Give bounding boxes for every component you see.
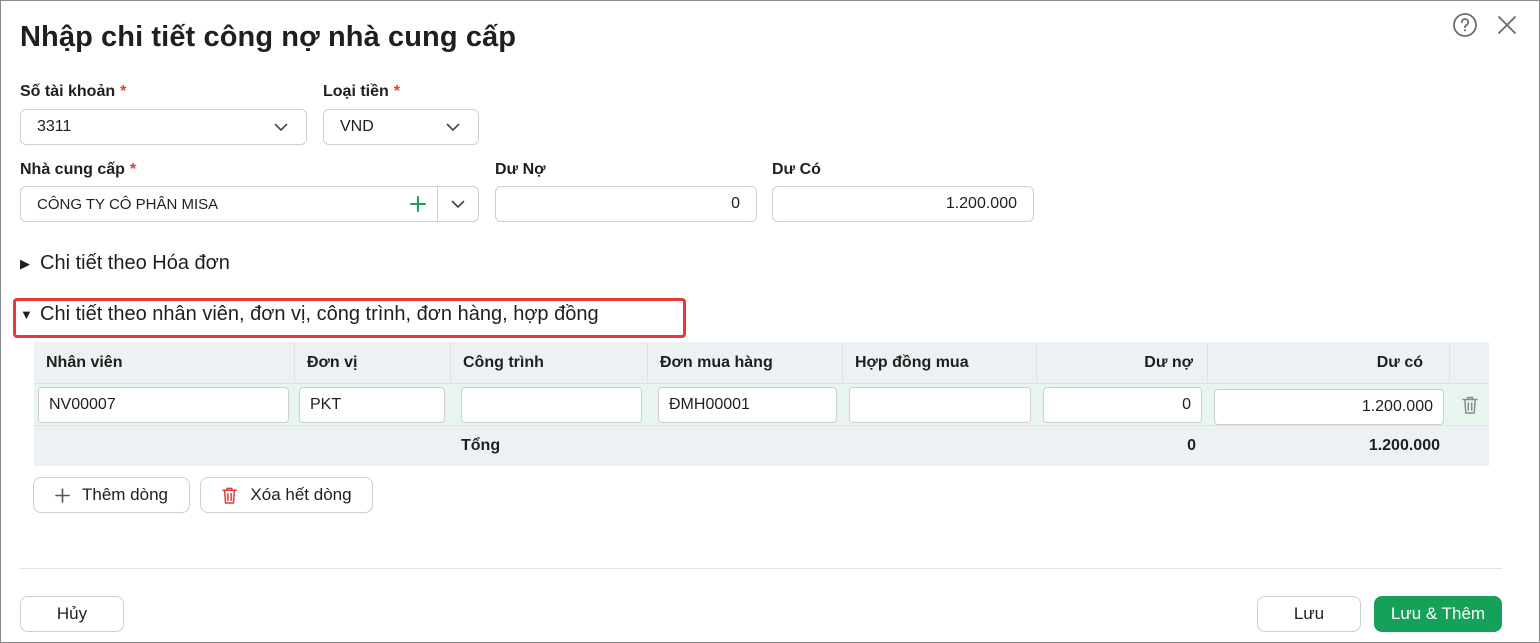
required-mark: * (120, 83, 127, 100)
cell-wrap: 0 (1037, 386, 1208, 423)
purchase-order-cell[interactable]: ĐMH00001 (658, 386, 837, 423)
col-project[interactable]: Công trình (451, 342, 648, 383)
account-label: Số tài khoản * (20, 83, 126, 101)
supplier-value: CÔNG TY CÔ PHÂN MISA (37, 195, 219, 213)
triangle-right-icon: ▶ (20, 255, 30, 271)
invoice-detail-section[interactable]: ▶ Chi tiết theo Hóa đơn (20, 252, 230, 275)
currency-select[interactable]: VND (323, 109, 479, 145)
save-and-add-button[interactable]: Lưu & Thêm (1374, 596, 1502, 632)
total-debit: 0 (1187, 437, 1196, 454)
close-icon[interactable] (1493, 11, 1521, 39)
cell-wrap (843, 386, 1037, 423)
total-label: Tổng (461, 437, 501, 454)
chevron-down-icon (272, 118, 290, 136)
currency-label-text: Loại tiền (323, 83, 389, 100)
plus-icon (55, 487, 70, 503)
required-mark: * (393, 83, 401, 100)
delete-row-icon[interactable] (1450, 395, 1489, 415)
debit-value: 0 (731, 195, 740, 212)
add-supplier-icon[interactable] (399, 196, 437, 212)
credit-label: Dư Có (772, 161, 821, 178)
debit-cell[interactable]: 0 (1043, 386, 1202, 423)
col-unit[interactable]: Đơn vị (295, 342, 451, 383)
col-actions (1450, 342, 1489, 383)
required-mark: * (129, 161, 137, 178)
supplier-label: Nhà cung cấp * (20, 161, 136, 179)
cancel-label: Hủy (56, 604, 88, 623)
delete-all-rows-button[interactable]: Xóa hết dòng (200, 477, 373, 513)
chevron-down-icon[interactable] (438, 200, 478, 209)
dialog-top-icons (1451, 11, 1521, 39)
account-select[interactable]: 3311 (20, 109, 307, 145)
help-icon[interactable] (1451, 11, 1479, 39)
save-add-label: Lưu & Thêm (1390, 604, 1486, 623)
add-row-label: Thêm dòng (82, 485, 168, 504)
credit-input[interactable]: 1.200.000 (772, 186, 1034, 222)
cell-wrap: PKT (295, 386, 451, 423)
account-label-text: Số tài khoản (20, 83, 116, 100)
delete-all-label: Xóa hết dòng (250, 485, 352, 504)
contract-cell[interactable] (849, 386, 1031, 423)
project-cell[interactable] (461, 386, 642, 423)
supplier-combo[interactable]: CÔNG TY CÔ PHÂN MISA (20, 186, 479, 222)
account-value: 3311 (37, 118, 72, 135)
grid-total-row: Tổng 0 1.200.000 (34, 425, 1489, 466)
supplier-label-text: Nhà cung cấp (20, 161, 125, 178)
currency-label: Loại tiền * (323, 83, 400, 101)
triangle-down-icon: ▼ (20, 307, 33, 322)
col-debit[interactable]: Dư nợ (1037, 342, 1208, 383)
debit-label: Dư Nợ (495, 161, 546, 178)
col-credit[interactable]: Dư có (1208, 342, 1450, 383)
dialog-title: Nhập chi tiết công nợ nhà cung cấp (20, 21, 517, 53)
cell-wrap: ĐMH00001 (648, 386, 843, 423)
chevron-down-icon (444, 118, 462, 136)
add-row-button[interactable]: Thêm dòng (33, 477, 190, 513)
invoice-detail-title: Chi tiết theo Hóa đơn (40, 252, 230, 274)
debit-input[interactable]: 0 (495, 186, 757, 222)
employee-detail-title: Chi tiết theo nhân viên, đơn vị, công tr… (40, 303, 599, 325)
col-contract[interactable]: Hợp đồng mua (843, 342, 1037, 383)
credit-value: 1.200.000 (945, 195, 1017, 212)
unit-cell[interactable]: PKT (299, 386, 445, 423)
save-label: Lưu (1293, 604, 1325, 623)
trash-icon (222, 487, 238, 504)
cancel-button[interactable]: Hủy (20, 596, 124, 632)
footer-divider (20, 568, 1502, 569)
grid-header: Nhân viên Đơn vị Công trình Đơn mua hàng… (34, 342, 1489, 383)
detail-grid: Nhân viên Đơn vị Công trình Đơn mua hàng… (34, 342, 1489, 466)
cell-wrap: 1.200.000 (1208, 385, 1450, 425)
employee-detail-section[interactable]: ▼ Chi tiết theo nhân viên, đơn vị, công … (20, 303, 599, 326)
cell-wrap: NV00007 (34, 386, 295, 423)
cell-wrap (451, 386, 648, 423)
table-row: NV00007 PKT ĐMH00001 0 1.200.000 (34, 383, 1489, 425)
total-credit: 1.200.000 (1368, 437, 1440, 454)
save-button[interactable]: Lưu (1257, 596, 1361, 632)
credit-cell[interactable]: 1.200.000 (1214, 388, 1444, 425)
col-employee[interactable]: Nhân viên (34, 342, 295, 383)
employee-cell[interactable]: NV00007 (38, 386, 289, 423)
supplier-debt-dialog: Nhập chi tiết công nợ nhà cung cấp Số tà… (0, 0, 1540, 643)
col-purchase-order[interactable]: Đơn mua hàng (648, 342, 843, 383)
currency-value: VND (340, 118, 374, 135)
